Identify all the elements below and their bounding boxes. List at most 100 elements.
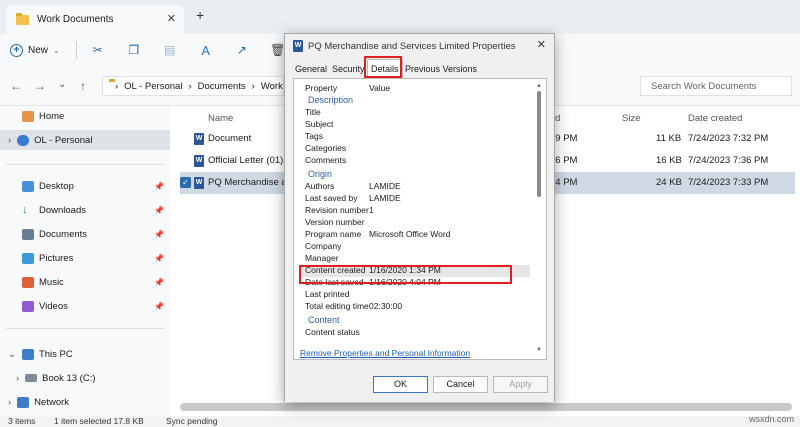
- breadcrumb-work-documents[interactable]: Work D: [261, 81, 283, 92]
- paste-icon[interactable]: ▤: [157, 40, 183, 60]
- share-icon[interactable]: ↗: [229, 40, 255, 60]
- sidebar-item-downloads[interactable]: ↓ Downloads 📌: [0, 200, 170, 220]
- column-header-property[interactable]: Property: [305, 83, 337, 93]
- property-row[interactable]: Subject: [300, 119, 530, 131]
- column-header-name[interactable]: Name: [208, 113, 233, 124]
- property-row[interactable]: Program name Microsoft Office Word: [300, 229, 530, 241]
- pin-icon[interactable]: 📌: [154, 278, 164, 287]
- tab-security[interactable]: Security: [332, 64, 365, 74]
- property-row[interactable]: Manager: [300, 253, 530, 265]
- sidebar-item-drive-c[interactable]: › Book 13 (C:): [0, 368, 170, 388]
- apply-button[interactable]: Apply: [493, 376, 548, 393]
- pin-icon[interactable]: 📌: [154, 254, 164, 263]
- sidebar-item-ol-personal[interactable]: › OL - Personal: [0, 130, 170, 150]
- section-origin: Origin: [308, 169, 333, 179]
- property-row[interactable]: Company: [300, 241, 530, 253]
- pin-icon[interactable]: 📌: [154, 302, 164, 311]
- sidebar-item-label: This PC: [38, 348, 73, 360]
- horizontal-scrollbar[interactable]: [180, 403, 792, 411]
- file-size: 16 KB: [656, 155, 682, 166]
- sidebar-item-label: Network: [34, 396, 70, 408]
- sidebar-item-network[interactable]: › Network: [0, 392, 170, 412]
- chevron-right-icon[interactable]: ›: [16, 373, 19, 384]
- properties-dialog: W PQ Merchandise and Services Limited Pr…: [284, 33, 555, 402]
- home-icon: [22, 110, 34, 122]
- sidebar-item-desktop[interactable]: Desktop 📌: [0, 176, 170, 196]
- new-tab-button[interactable]: +: [196, 7, 204, 23]
- search-input[interactable]: Search Work Documents: [640, 76, 792, 96]
- property-row[interactable]: Tags: [300, 131, 530, 143]
- property-row[interactable]: Revision number 1: [300, 205, 530, 217]
- tab-previous-versions[interactable]: Previous Versions: [405, 64, 477, 74]
- property-row[interactable]: Categories: [300, 143, 530, 155]
- dialog-title-bar: W PQ Merchandise and Services Limited Pr…: [293, 40, 516, 52]
- chevron-down-icon[interactable]: ⌄: [8, 349, 16, 360]
- recent-locations-button[interactable]: ⌄: [58, 79, 66, 90]
- column-header-size[interactable]: Size: [622, 113, 640, 124]
- column-header-date-created[interactable]: Date created: [688, 113, 742, 124]
- close-icon[interactable]: ✕: [537, 38, 546, 51]
- toolbar-divider: [75, 41, 77, 59]
- cut-icon[interactable]: ✂: [85, 40, 111, 60]
- sidebar-item-label: Home: [39, 110, 65, 122]
- vertical-scrollbar[interactable]: ▲ ▼: [535, 83, 543, 353]
- property-row[interactable]: Content status: [300, 327, 530, 339]
- desktop-icon: [22, 180, 34, 192]
- forward-button[interactable]: →: [34, 79, 46, 93]
- property-list[interactable]: Property Value Description Title Subject…: [300, 83, 530, 359]
- sidebar-item-label: Documents: [39, 228, 88, 240]
- sidebar-item-home[interactable]: Home: [0, 106, 170, 126]
- address-bar[interactable]: › OL - Personal › Documents › Work D: [102, 76, 284, 96]
- back-button[interactable]: ←: [10, 79, 22, 93]
- close-tab-icon[interactable]: ✕: [167, 12, 176, 25]
- folder-icon: [16, 12, 29, 25]
- property-row[interactable]: Last saved by LAMIDE: [300, 193, 530, 205]
- up-button[interactable]: ↑: [80, 79, 86, 93]
- column-header-date-modified[interactable]: d: [555, 113, 560, 124]
- property-row[interactable]: Last printed: [300, 289, 530, 301]
- sidebar-item-label: OL - Personal: [34, 134, 93, 146]
- property-row[interactable]: Authors LAMIDE: [300, 181, 530, 193]
- sidebar-item-videos[interactable]: Videos 📌: [0, 296, 170, 316]
- property-row[interactable]: Version number: [300, 217, 530, 229]
- chevron-right-icon[interactable]: ›: [8, 397, 11, 408]
- file-date-created: 7/24/2023 7:36 PM: [688, 155, 769, 166]
- scroll-up-icon[interactable]: ▲: [535, 83, 543, 89]
- pin-icon[interactable]: 📌: [154, 182, 164, 191]
- copy-icon[interactable]: ❐: [121, 40, 147, 60]
- sidebar-item-label: Videos: [39, 300, 68, 312]
- cancel-button[interactable]: Cancel: [433, 376, 488, 393]
- tab-general[interactable]: General: [295, 64, 327, 74]
- remove-properties-link[interactable]: Remove Properties and Personal Informati…: [300, 348, 470, 358]
- property-row[interactable]: Title: [300, 107, 530, 119]
- rename-icon[interactable]: Ａ: [193, 40, 219, 60]
- highlight-box-details-tab: [364, 56, 402, 78]
- file-date-created: 7/24/2023 7:33 PM: [688, 177, 769, 188]
- sidebar-item-music[interactable]: Music 📌: [0, 272, 170, 292]
- checkbox-checked-icon[interactable]: ✓: [180, 177, 191, 188]
- sidebar-item-label: Music: [39, 276, 64, 288]
- scroll-down-icon[interactable]: ▼: [535, 347, 543, 353]
- sidebar-item-pictures[interactable]: Pictures 📌: [0, 248, 170, 268]
- chevron-right-icon[interactable]: ›: [8, 135, 11, 146]
- music-icon: [22, 276, 34, 288]
- tab-work-documents[interactable]: Work Documents ✕: [6, 5, 184, 34]
- property-row[interactable]: Comments: [300, 155, 530, 167]
- pin-icon[interactable]: 📌: [154, 206, 164, 215]
- new-button[interactable]: + New ⌄: [10, 43, 60, 57]
- cloud-icon: [17, 134, 30, 146]
- word-document-icon: W: [194, 176, 204, 189]
- property-row[interactable]: Total editing time 02:30:00: [300, 301, 530, 313]
- breadcrumb-ol-personal[interactable]: OL - Personal: [124, 81, 182, 92]
- sidebar-item-this-pc[interactable]: ⌄ This PC: [0, 344, 170, 364]
- breadcrumb-documents[interactable]: Documents: [198, 81, 246, 92]
- scrollbar-thumb[interactable]: [537, 91, 541, 197]
- file-name: PQ Merchandise an: [208, 177, 292, 188]
- network-icon: [17, 396, 30, 408]
- ok-button[interactable]: OK: [373, 376, 428, 393]
- dialog-title: PQ Merchandise and Services Limited Prop…: [308, 40, 516, 52]
- pin-icon[interactable]: 📌: [154, 230, 164, 239]
- column-header-value[interactable]: Value: [369, 83, 390, 93]
- sidebar-item-documents[interactable]: Documents 📌: [0, 224, 170, 244]
- file-name: Document: [208, 133, 252, 144]
